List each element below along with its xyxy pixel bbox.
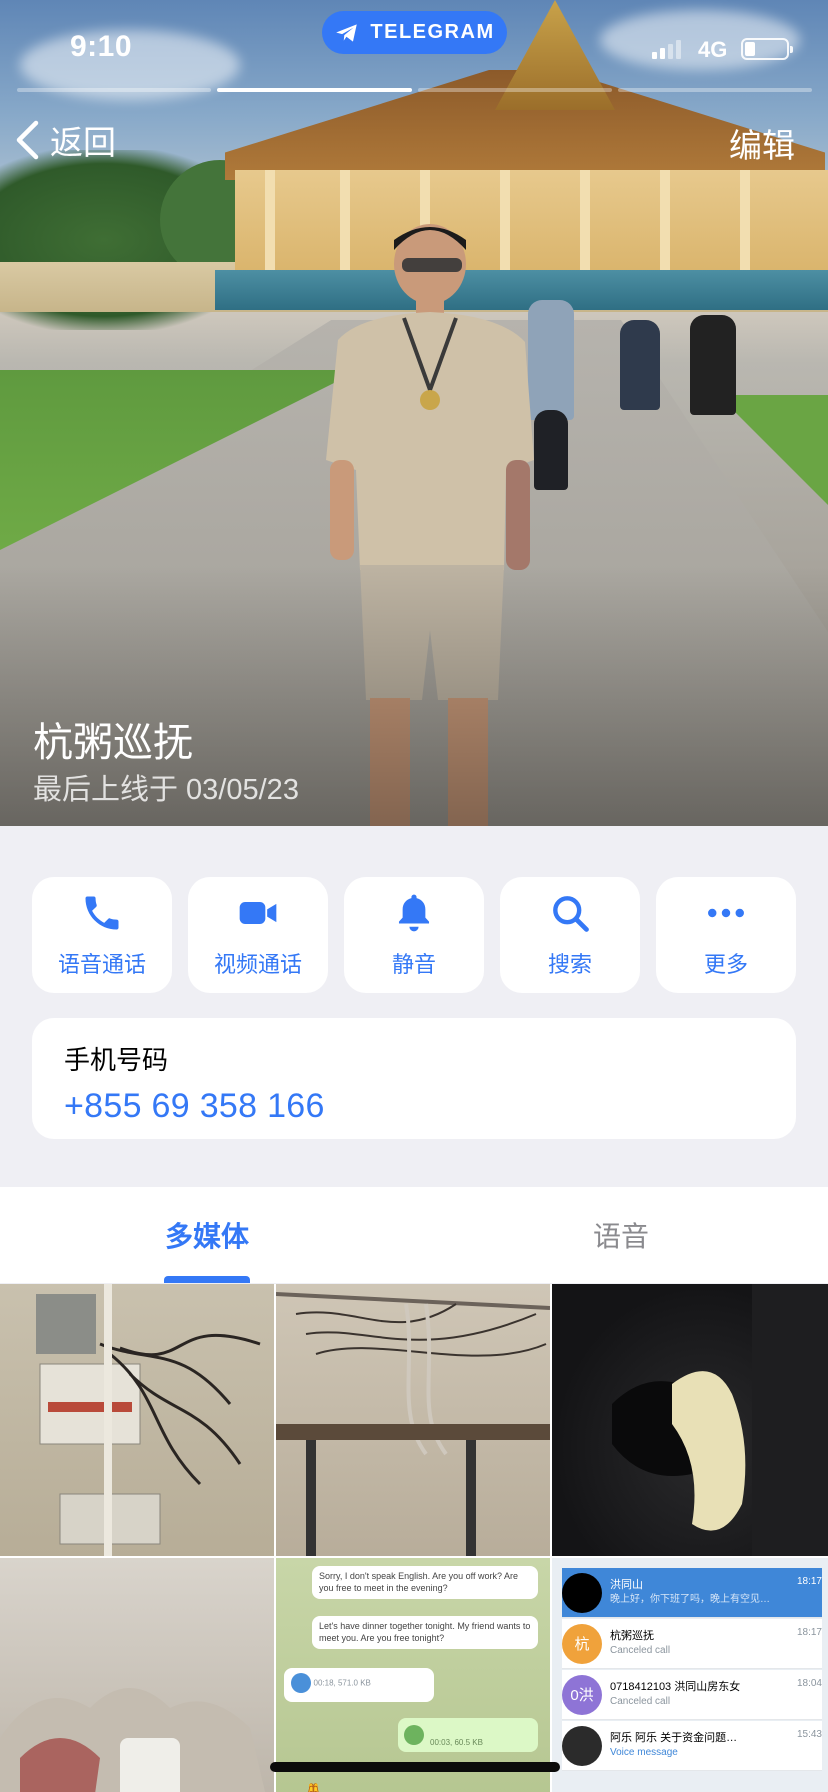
background-person [690, 315, 736, 415]
photo-storage-bags [0, 1688, 266, 1792]
tab-label: 多媒体 [164, 1221, 249, 1252]
chat-title: 洪同山 [610, 1578, 643, 1591]
chat-time: 18:17 [796, 1627, 822, 1638]
palace-pillar [660, 170, 670, 280]
telegram-pill-label: TELEGRAM [370, 21, 495, 43]
media-thumbnail[interactable] [0, 1558, 274, 1792]
chat-list-row: 洪同山晚上好，你下班了吗，晚上有空见… 18:17 [562, 1568, 822, 1618]
more-button[interactable]: 更多 [656, 877, 796, 993]
bell-icon [398, 894, 430, 932]
palace-pillar [740, 170, 750, 280]
chat-time: 18:17 [796, 1576, 822, 1587]
background-person [620, 320, 660, 410]
chat-title: 阿乐 阿乐 关于资金问题… [610, 1731, 738, 1744]
media-grid: Sorry, I don't speak English. Are you of… [0, 1284, 828, 1792]
chat-time: 15:43 [796, 1729, 822, 1740]
chat-preview: 晚上好，你下班了吗，晚上有空见… [610, 1594, 770, 1606]
back-label: 返回 [50, 124, 116, 161]
voice-call-button[interactable]: 语音通话 [32, 877, 172, 993]
voice-message: 00:18, 571.0 KB [284, 1668, 434, 1702]
photo-insulation [612, 1284, 828, 1556]
tab-voice[interactable]: 语音 [414, 1187, 828, 1283]
action-buttons: 语音通话 视频通话 静音 搜索 更多 [32, 877, 796, 993]
action-label: 静音 [391, 952, 436, 977]
battery-icon [741, 38, 793, 60]
home-indicator[interactable] [270, 1762, 560, 1772]
photo-hanging-wires [276, 1292, 550, 1556]
telegram-pill[interactable]: TELEGRAM [322, 11, 507, 54]
avatar [562, 1725, 602, 1766]
voice-meta: 00:03, 60.5 KB [430, 1738, 483, 1747]
chat-preview: Canceled call [610, 1645, 671, 1657]
palace-pillar [265, 170, 275, 280]
phone-label: 手机号码 [64, 1045, 169, 1075]
action-label: 视频通话 [213, 952, 302, 977]
back-button[interactable]: 返回 [14, 116, 116, 164]
chat-preview: Voice message [610, 1747, 678, 1759]
action-label: 搜索 [547, 952, 592, 977]
media-thumbnail[interactable] [552, 1284, 828, 1556]
tab-media[interactable]: 多媒体 [0, 1187, 414, 1283]
chat-title: 0718412103 洪同山房东女 [610, 1680, 741, 1693]
chat-message: Let's have dinner together tonight. My f… [312, 1616, 538, 1650]
voice-message: 00:03, 60.5 KB [398, 1718, 538, 1752]
search-button[interactable]: 搜索 [500, 877, 640, 993]
action-label: 语音通话 [57, 952, 146, 977]
edit-button[interactable]: 编辑 [729, 119, 795, 167]
profile-name: 杭粥巡抚 [33, 721, 193, 765]
battery-level [745, 42, 755, 56]
pray-emoji: 🙏 [286, 1780, 341, 1792]
active-tab-indicator [164, 1276, 250, 1283]
avatar: 0洪 [562, 1674, 602, 1715]
network-type: 4G [698, 37, 728, 62]
chat-title: 杭粥巡抚 [610, 1629, 654, 1642]
story-progress-segment [17, 88, 212, 92]
more-dots-icon [708, 908, 744, 918]
media-thumbnail[interactable] [276, 1284, 550, 1556]
action-label: 更多 [703, 952, 748, 977]
chat-preview: Canceled call [610, 1696, 671, 1708]
media-thumbnail[interactable]: Sorry, I don't speak English. Are you of… [276, 1558, 550, 1792]
telegram-plane-icon [336, 23, 358, 42]
media-thumbnail[interactable]: 洪同山晚上好，你下班了吗，晚上有空见… 18:17 杭 杭粥巡抚 Canceled… [552, 1558, 828, 1792]
search-icon [553, 896, 589, 932]
chevron-left-icon [16, 120, 39, 160]
photo-electrical-panel [36, 1284, 261, 1556]
voice-meta: 00:18, 571.0 KB [313, 1678, 371, 1688]
phone-icon [85, 896, 119, 930]
story-progress-segment [617, 88, 812, 92]
story-progress-segment [417, 88, 612, 92]
tab-label: 语音 [592, 1221, 649, 1252]
phone-number-card[interactable]: 手机号码 +855 69 358 166 [32, 1018, 796, 1139]
chat-time: 18:04 [796, 1678, 822, 1689]
chat-list-row: 0洪 0718412103 洪同山房东女 Canceled call 18:04 [562, 1670, 822, 1720]
chat-list-row: 阿乐 阿乐 关于资金问题… Voice message 15:43 [562, 1721, 822, 1771]
palace-pillar [580, 170, 590, 280]
phone-number[interactable]: +855 69 358 166 [64, 1087, 764, 1126]
chat-list-row: 杭 杭粥巡抚 Canceled call 18:17 [562, 1619, 822, 1669]
chat-message: Sorry, I don't speak English. Are you of… [312, 1566, 538, 1600]
last-seen-status: 最后上线于 03/05/23 [33, 774, 299, 806]
story-progress [17, 88, 812, 92]
mute-button[interactable]: 静音 [344, 877, 484, 993]
video-camera-icon [239, 902, 277, 924]
avatar [562, 1572, 602, 1613]
media-thumbnail[interactable] [0, 1284, 274, 1556]
status-time: 9:10 [70, 30, 133, 63]
palace-spire [495, 0, 615, 110]
cellular-signal-icon [652, 40, 681, 59]
profile-photo[interactable] [0, 0, 828, 826]
story-progress-segment [217, 88, 412, 92]
shared-media-tabs: 多媒体 语音 [0, 1187, 828, 1283]
video-call-button[interactable]: 视频通话 [188, 877, 328, 993]
avatar: 杭 [562, 1623, 602, 1664]
